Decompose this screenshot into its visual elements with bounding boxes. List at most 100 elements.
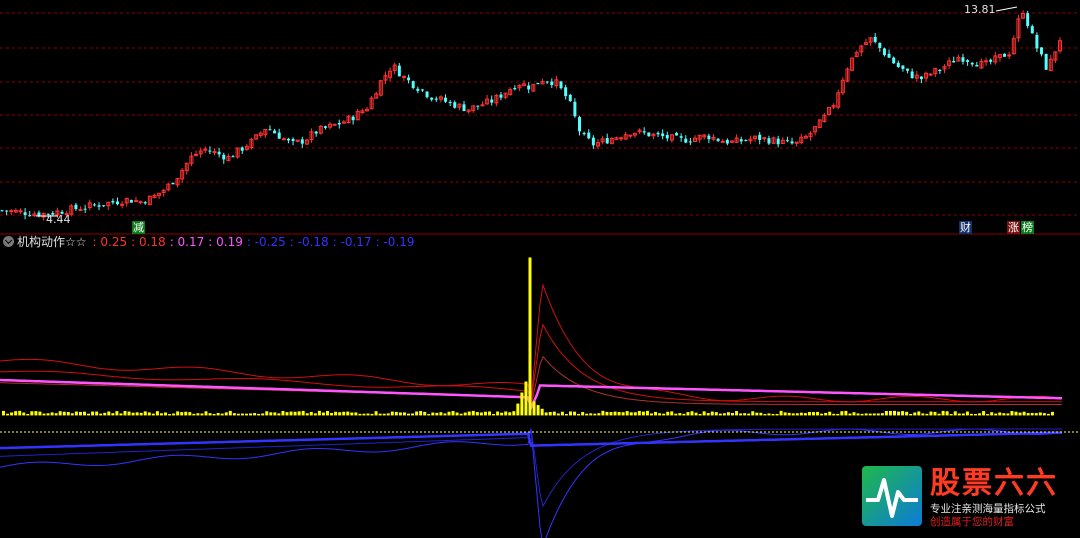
indicator-bar [131,412,135,416]
indicator-value-2: : 0.17 [169,235,205,249]
candle-body [314,131,318,134]
candle-body [401,75,406,78]
indicator-bar [783,412,787,416]
indicator-bar [512,411,516,416]
indicator-bar [961,413,965,416]
marker-board[interactable]: 榜 [1021,221,1034,234]
indicator-bar [455,412,459,416]
indicator-bar [795,413,799,416]
indicator-bar [42,413,46,416]
indicator-bar [435,412,439,416]
indicator-bar [338,412,342,416]
pulse-icon [862,466,922,526]
indicator-bar [313,413,317,416]
indicator-bar [30,411,34,416]
indicator-bar [496,411,500,416]
marker-finance[interactable]: 财 [959,221,972,234]
indicator-bar [949,414,953,416]
candle-body [133,200,138,203]
indicator-bar [913,412,917,416]
candle-body [240,147,244,151]
indicator-bar [1006,413,1010,416]
candle-body [420,89,424,91]
indicator-bar [451,411,455,416]
indicator-bar [463,412,467,416]
indicator-bar [524,381,528,416]
candle-body [790,141,794,144]
indicator-bar [767,413,771,416]
indicator-bar [982,411,986,416]
indicator-bar [617,411,621,416]
marker-reduce[interactable]: 减 [132,221,145,234]
indicator-bar [350,412,354,416]
candle-body [97,205,101,207]
indicator-bar [285,412,289,416]
indicator-bar [662,413,666,416]
indicator-bar [196,413,200,416]
marker-rise[interactable]: 涨 [1007,221,1020,234]
candle-body [966,60,970,62]
candle-body [1003,53,1007,57]
candle-body [1026,13,1030,27]
indicator-bar [718,413,722,416]
indicator-bar [751,411,755,416]
candle-body [952,60,956,63]
indicator-bar [556,413,560,416]
indicator-bar [321,412,325,416]
candle-body [873,36,877,42]
candle-body [129,199,133,203]
candle-body [605,137,609,144]
candle-body [102,205,106,207]
candle-body [656,132,660,135]
indicator-bar [240,413,244,416]
indicator-bar [115,411,119,416]
indicator-bar [443,413,447,416]
candle-body [83,208,87,210]
indicator-value-4: : -0.25 [246,235,286,249]
indicator-bar [123,411,127,416]
indicator-bar [200,413,204,416]
indicator-bar [743,413,747,416]
candle-body [896,62,900,67]
indicator-bar [172,413,176,416]
indicator-bar [577,413,581,416]
indicator-bar [236,413,240,416]
indicator-bar [326,410,329,416]
indicator-bar [6,413,10,416]
candle-body [0,210,4,212]
indicator-bar [265,411,269,416]
indicator-bar [836,413,840,416]
indicator-bar [868,413,872,416]
indicator-bar [520,392,524,416]
candle-body [647,132,651,137]
candle-body [28,215,32,217]
candle-body [642,131,646,133]
candle-body [286,138,290,141]
indicator-bar [986,414,990,416]
collapse-icon[interactable] [3,236,14,247]
indicator-bar [888,410,892,416]
indicator-bar [151,413,155,416]
candle-body [332,123,337,126]
blue-thick-line [0,431,1063,450]
indicator-bar [411,413,415,416]
indicator-bar [884,411,888,416]
candle-body [679,136,683,138]
candle-body [591,137,595,146]
indicator-bar [872,413,876,416]
high-arrow [995,6,1018,12]
indicator-bar [674,413,678,416]
indicator-bar [107,411,111,416]
indicator-bar [34,411,38,416]
indicator-bar [467,411,471,416]
indicator-bar [678,413,682,416]
candle-body [291,138,295,142]
candle-body [725,139,729,144]
indicator-bar [803,413,807,416]
candle-body [1035,34,1039,49]
indicator-bar [354,412,358,416]
candle-body [448,101,452,103]
candle-body [300,139,304,144]
candle-body [536,82,540,85]
indicator-bar [848,413,852,416]
